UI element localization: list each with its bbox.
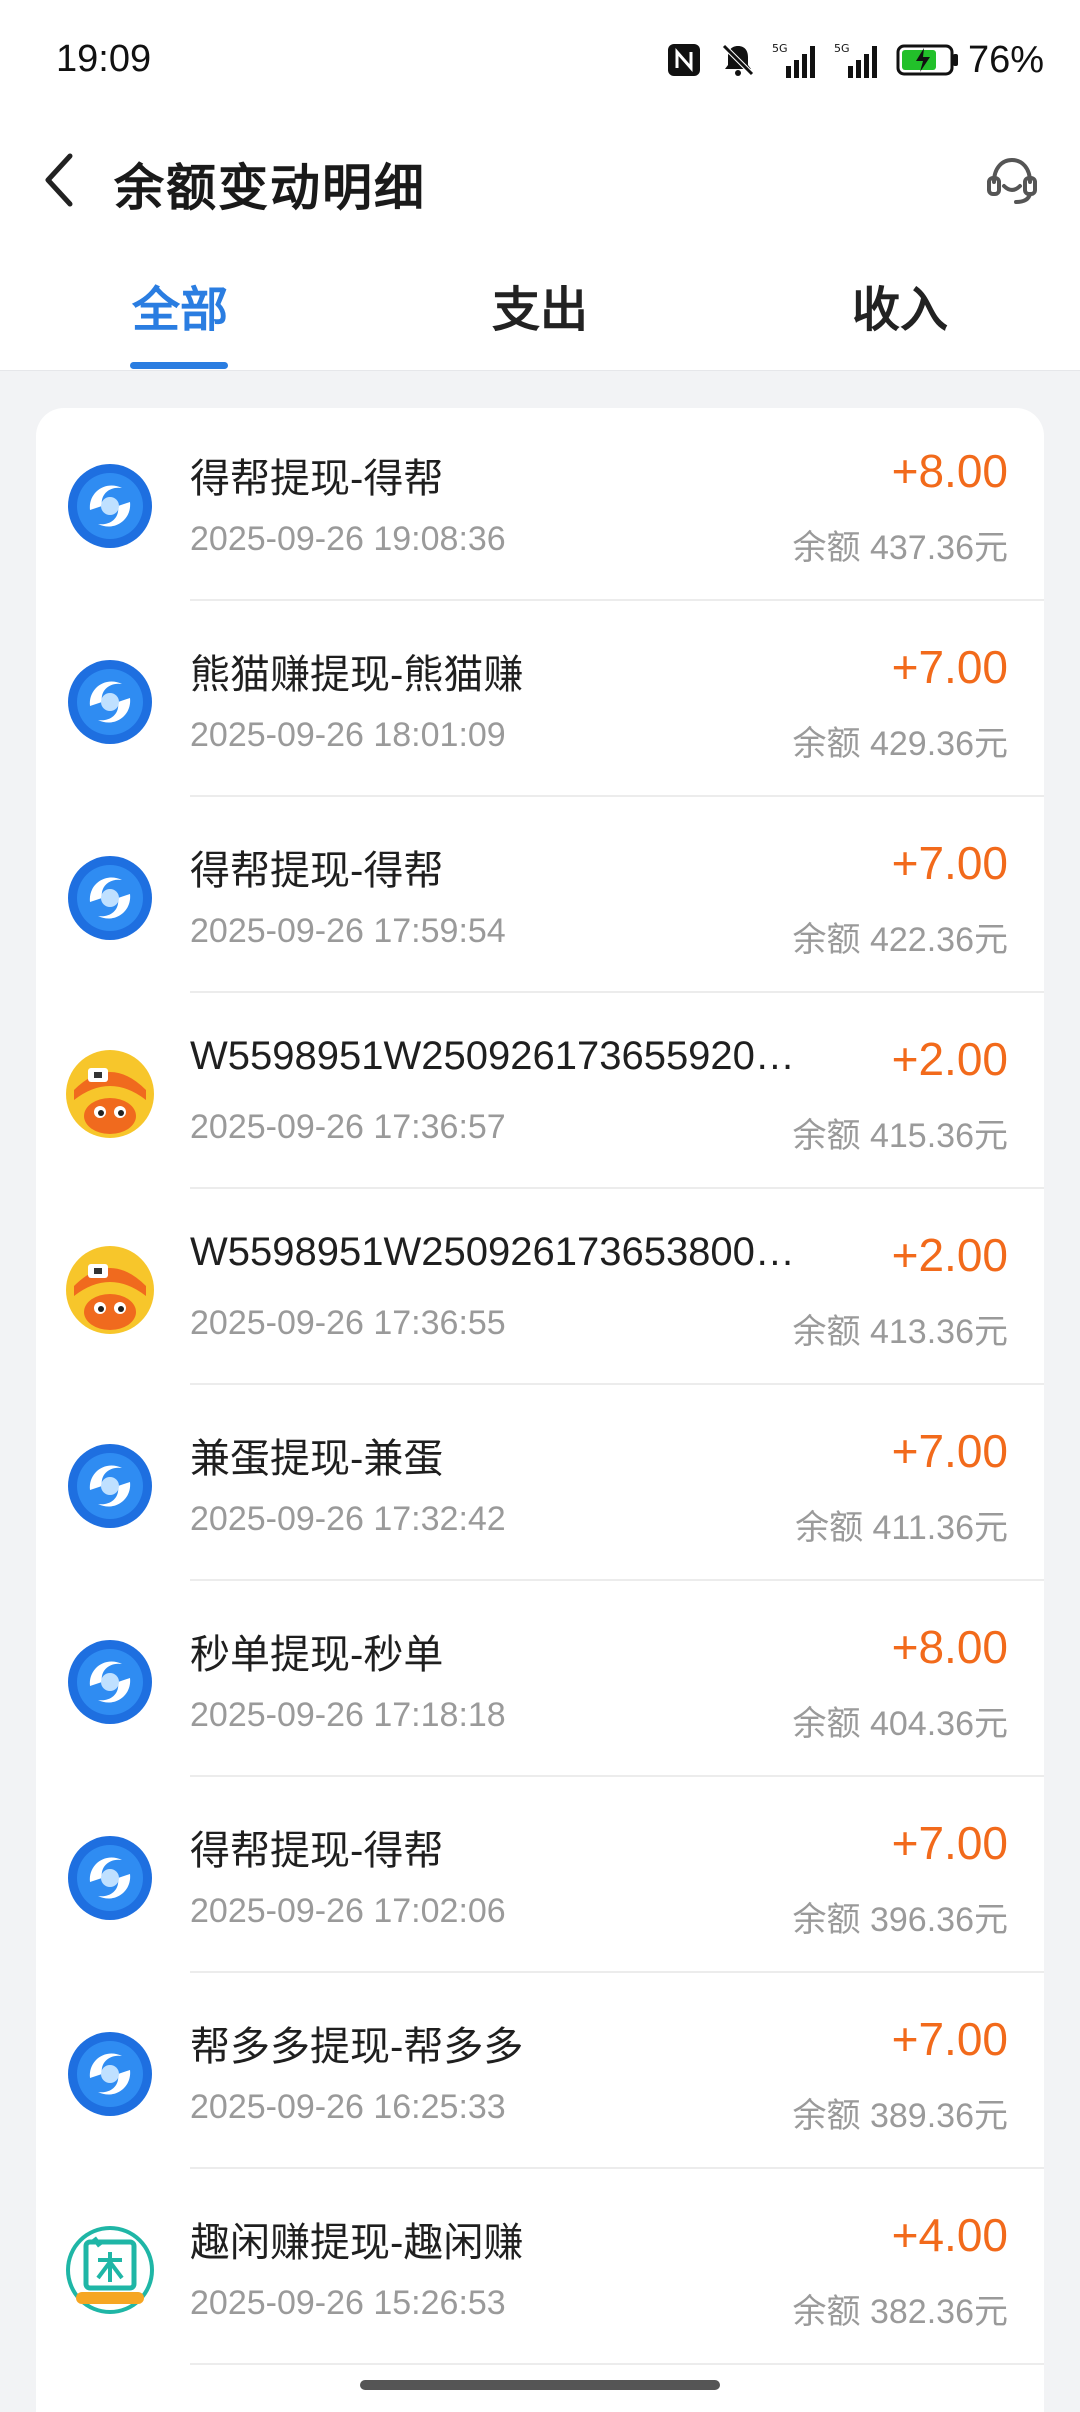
svg-text:5G: 5G — [834, 42, 850, 55]
transaction-row[interactable]: W5598951W250926173653800… 2025-09-26 17:3… — [36, 1192, 1044, 1385]
chevron-left-icon — [45, 153, 73, 207]
transaction-amount: +8.00 — [891, 445, 1008, 497]
app-logo-swirl-icon — [66, 2030, 154, 2118]
transaction-time: 2025-09-26 18:01:09 — [190, 716, 506, 754]
transaction-time: 2025-09-26 17:36:57 — [190, 1108, 506, 1146]
transaction-amount: +7.00 — [891, 2013, 1008, 2065]
transaction-amount: +4.00 — [891, 2209, 1008, 2261]
transaction-title: 帮多多提现-帮多多 — [190, 2025, 524, 2069]
row-divider — [190, 1383, 1044, 1385]
transaction-balance: 余额 382.36元 — [792, 2293, 1008, 2331]
transaction-balance: 余额 404.36元 — [792, 1705, 1008, 1743]
app-logo-swirl-icon — [66, 854, 154, 942]
battery-percent: 76% — [967, 38, 1044, 81]
app-logo-mascot-icon — [66, 1050, 154, 1138]
transaction-title: 得帮提现-得帮 — [190, 457, 444, 501]
transaction-row[interactable]: 得帮提现-得帮 2025-09-26 19:08:36 +8.00 余额 437.36… — [36, 408, 1044, 601]
transaction-row[interactable]: 熊猫赚提现-熊猫赚 2025-09-26 18:01:09 +7.00 余额 429.… — [36, 604, 1044, 797]
status-time: 19:09 — [56, 38, 152, 80]
row-divider — [190, 2363, 1044, 2365]
transaction-balance: 余额 437.36元 — [792, 529, 1008, 567]
transaction-row[interactable]: 秒单提现-秒单 2025-09-26 17:18:18 +8.00 余额 404.36… — [36, 1584, 1044, 1777]
transaction-balance: 余额 413.36元 — [792, 1313, 1008, 1351]
row-divider — [190, 599, 1044, 601]
transaction-title: 得帮提现-得帮 — [190, 1829, 444, 1873]
transaction-balance: 余额 422.36元 — [792, 921, 1008, 959]
transaction-amount: +2.00 — [891, 1229, 1008, 1281]
transaction-amount: +2.00 — [891, 1033, 1008, 1085]
row-divider — [190, 991, 1044, 993]
transaction-amount: +7.00 — [891, 837, 1008, 889]
transaction-balance: 余额 415.36元 — [792, 1117, 1008, 1155]
app-logo-swirl-icon — [66, 1638, 154, 1726]
transaction-row[interactable]: 趣闲赚提现-趣闲赚 2025-09-26 15:26:53 +4.00 余额 382.… — [36, 2172, 1044, 2365]
row-divider — [190, 1775, 1044, 1777]
transaction-row[interactable]: 得帮提现-得帮 2025-09-26 17:59:54 +7.00 余额 422.36… — [36, 800, 1044, 993]
transaction-amount: +7.00 — [891, 641, 1008, 693]
nfc-icon — [667, 44, 700, 76]
transaction-balance: 余额 396.36元 — [792, 1901, 1008, 1939]
app-logo-swirl-icon — [66, 1834, 154, 1922]
transaction-amount: +8.00 — [891, 1621, 1008, 1673]
app-logo-swirl-icon — [66, 658, 154, 746]
customer-service-icon — [987, 157, 1037, 204]
customer-service-button[interactable] — [980, 148, 1044, 212]
transaction-row[interactable]: 兼蛋提现-兼蛋 2025-09-26 17:32:42 +7.00 余额 411.36… — [36, 1388, 1044, 1581]
row-divider — [190, 1187, 1044, 1189]
battery-charging-icon — [896, 44, 958, 76]
signal-5g-icon: 5G — [834, 42, 877, 78]
transaction-title: 趣闲赚提现-趣闲赚 — [190, 2221, 524, 2265]
transaction-balance: 余额 429.36元 — [792, 725, 1008, 763]
transaction-time: 2025-09-26 17:32:42 — [190, 1500, 506, 1538]
signal-5g-icon: 5G — [772, 42, 815, 78]
transaction-balance: 余额 411.36元 — [795, 1509, 1008, 1547]
transaction-time: 2025-09-26 15:26:53 — [190, 2284, 506, 2322]
transaction-time: 2025-09-26 16:25:33 — [190, 2088, 506, 2126]
transaction-time: 2025-09-26 17:59:54 — [190, 912, 506, 950]
transaction-time: 2025-09-26 17:18:18 — [190, 1696, 506, 1734]
tab-all[interactable]: 全部 — [0, 240, 360, 370]
transaction-list: 得帮提现-得帮 2025-09-26 19:08:36 +8.00 余额 437.36… — [36, 408, 1044, 2412]
tab-income[interactable]: 收入 — [720, 240, 1080, 370]
tab-expense[interactable]: 支出 — [360, 240, 720, 370]
transaction-time: 2025-09-26 17:36:55 — [190, 1304, 506, 1342]
row-divider — [190, 1971, 1044, 1973]
transaction-title: 熊猫赚提现-熊猫赚 — [190, 653, 524, 697]
mute-bell-icon — [722, 44, 754, 76]
transaction-title: 得帮提现-得帮 — [190, 849, 444, 893]
tab-bar: 全部 支出 收入 — [0, 240, 1080, 371]
transaction-amount: +7.00 — [891, 1817, 1008, 1869]
app-logo-mascot-icon — [66, 1246, 154, 1334]
app-logo-xian-icon — [66, 2226, 154, 2314]
row-divider — [190, 795, 1044, 797]
transaction-amount: +7.00 — [891, 1425, 1008, 1477]
transaction-balance: 余额 389.36元 — [792, 2097, 1008, 2135]
transaction-row[interactable]: 帮多多提现-帮多多 2025-09-26 16:25:33 +7.00 余额 389.… — [36, 1976, 1044, 2169]
header: 余额变动明细 — [0, 120, 1080, 240]
app-logo-swirl-icon — [66, 1442, 154, 1530]
battery: 76% — [896, 39, 1044, 82]
status-icons: 5G 5G 76% — [664, 36, 1044, 84]
app-logo-swirl-icon — [66, 462, 154, 550]
page-title: 余额变动明细 — [114, 160, 426, 216]
svg-text:5G: 5G — [772, 42, 788, 55]
back-button[interactable] — [28, 148, 92, 212]
transaction-row[interactable]: W5598951W250926173655920… 2025-09-26 17:3… — [36, 996, 1044, 1189]
status-bar: 19:09 5G 5G 76% — [0, 0, 1080, 120]
transaction-title: 秒单提现-秒单 — [190, 1633, 444, 1677]
home-indicator[interactable] — [360, 2380, 720, 2390]
transaction-title: W5598951W250926173653800… — [190, 1230, 795, 1274]
transaction-row[interactable]: 得帮提现-得帮 2025-09-26 17:02:06 +7.00 余额 396.36… — [36, 1780, 1044, 1973]
transaction-time: 2025-09-26 17:02:06 — [190, 1892, 506, 1930]
row-divider — [190, 1579, 1044, 1581]
transaction-title: 兼蛋提现-兼蛋 — [190, 1437, 444, 1481]
transaction-time: 2025-09-26 19:08:36 — [190, 520, 506, 558]
row-divider — [190, 2167, 1044, 2169]
active-tab-indicator — [130, 362, 228, 369]
transaction-title: W5598951W250926173655920… — [190, 1034, 795, 1078]
